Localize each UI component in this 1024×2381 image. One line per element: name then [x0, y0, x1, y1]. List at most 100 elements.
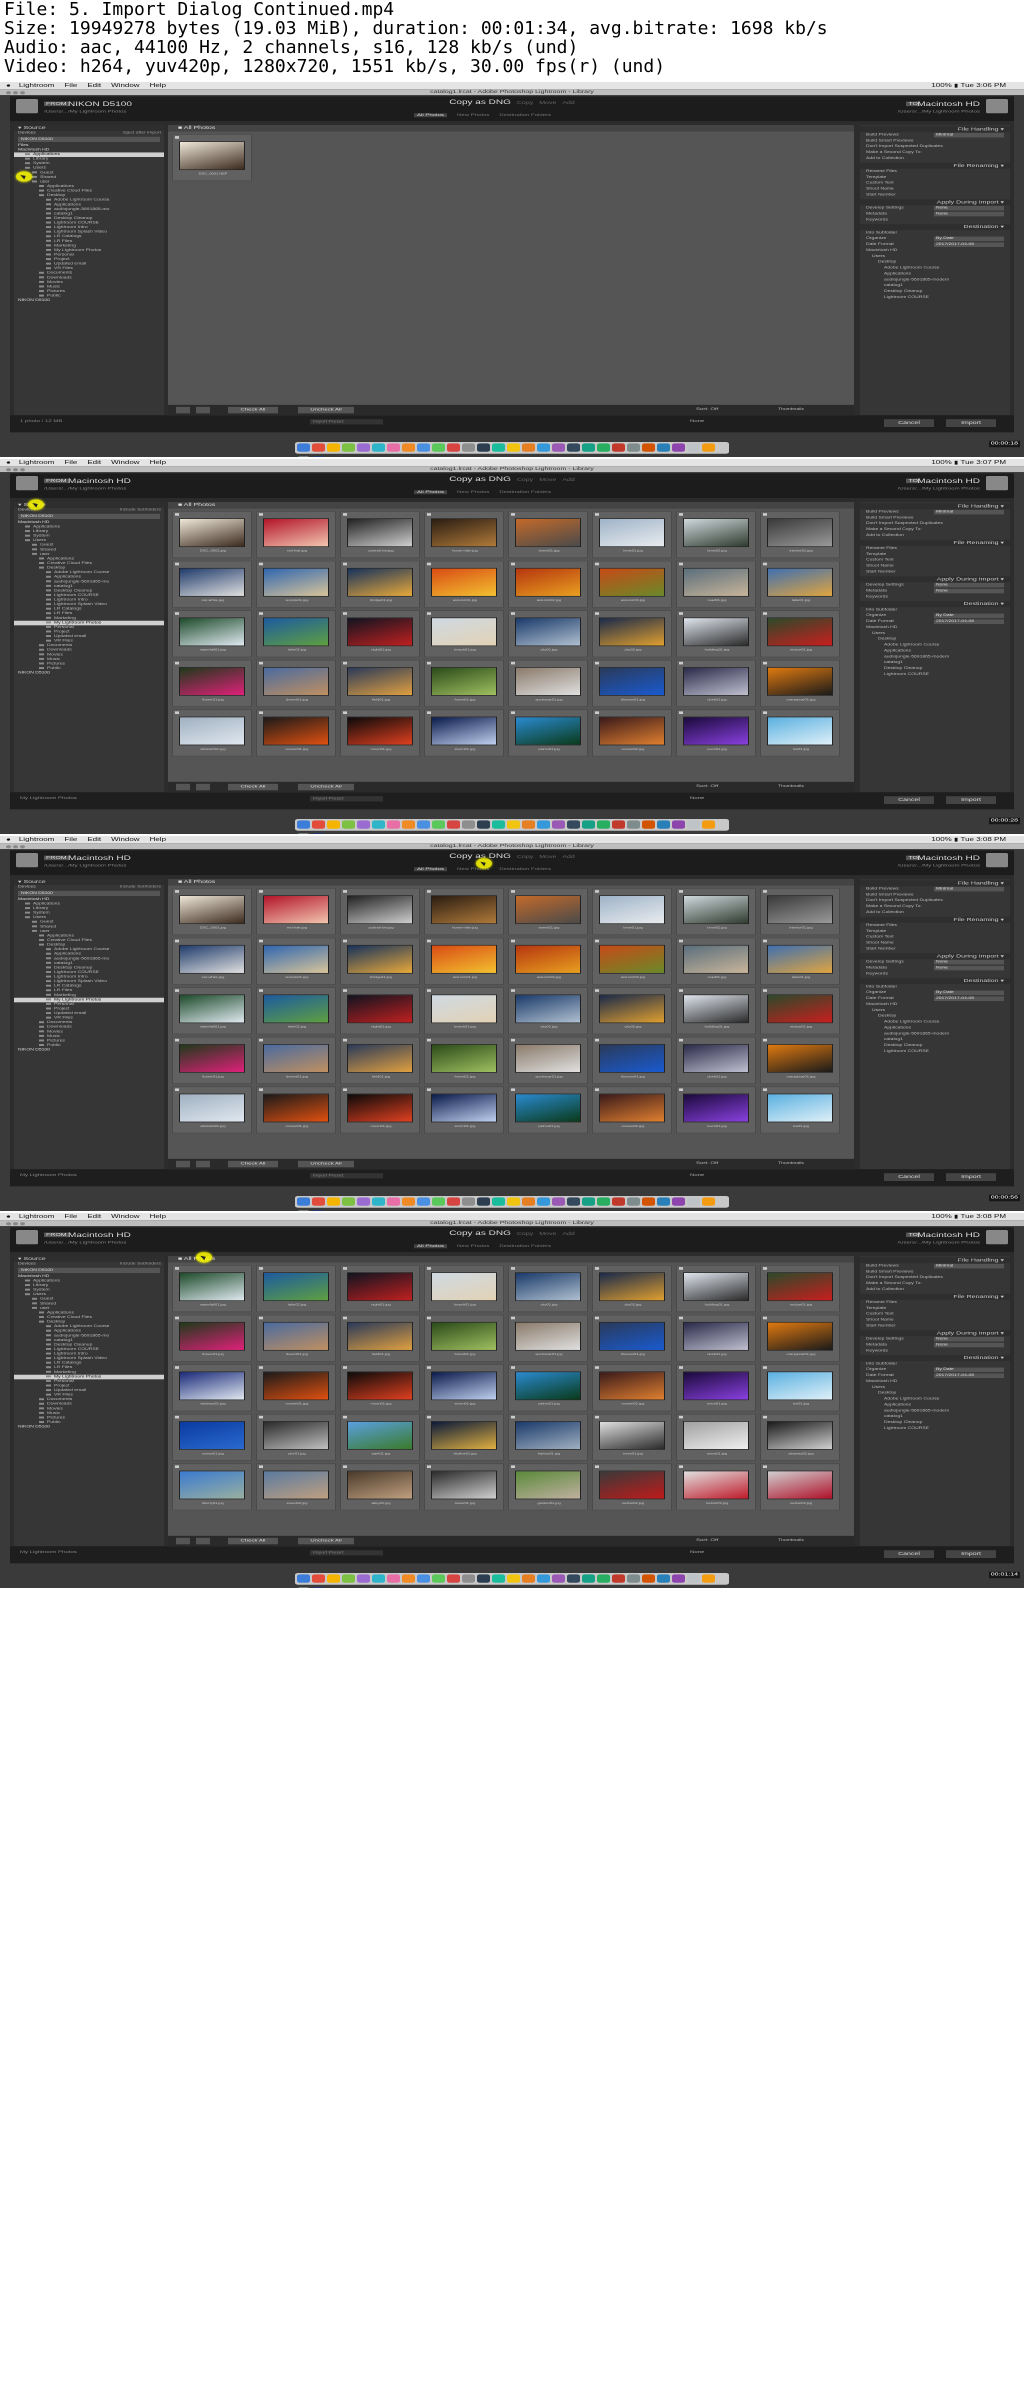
photo-thumbnail[interactable] [767, 667, 833, 696]
apple-icon[interactable]: ● [6, 1214, 11, 1220]
photo-cell[interactable]: trees01.jpg [592, 1413, 672, 1461]
photo-checkbox[interactable] [427, 612, 431, 615]
photo-cell[interactable]: dusk01.jpg [676, 1314, 756, 1362]
eject-after-import-checkbox[interactable]: Include Subfolders [120, 1262, 161, 1267]
photo-thumbnail[interactable] [515, 944, 581, 974]
photo-thumbnail[interactable] [431, 1321, 497, 1351]
dock-app-icon[interactable] [477, 1197, 490, 1206]
source-name[interactable]: Macintosh HD [68, 1232, 131, 1239]
photo-checkbox[interactable] [595, 661, 599, 665]
photo-checkbox[interactable] [427, 661, 431, 665]
photo-cell[interactable]: sunset01.jpg [256, 1086, 336, 1134]
menu-lightroom[interactable]: Lightroom [19, 83, 55, 89]
photo-cell[interactable]: ice01.jpg [760, 1364, 840, 1412]
loupe-view-icon[interactable] [196, 783, 210, 791]
menu-file[interactable]: File [64, 460, 77, 466]
photo-cell[interactable]: street01.jpg [508, 511, 588, 559]
photo-cell[interactable]: city01.jpg [508, 610, 588, 658]
menu-window[interactable]: Window [111, 1214, 139, 1220]
photo-cell[interactable]: lake02.jpg [256, 1265, 336, 1313]
dock-app-icon[interactable] [417, 1197, 430, 1206]
photo-thumbnail[interactable] [599, 1421, 665, 1450]
dock-app-icon[interactable] [447, 1574, 460, 1583]
dock-app-icon[interactable] [297, 1587, 310, 1588]
photo-checkbox[interactable] [175, 612, 179, 615]
destination-name[interactable]: Macintosh HD [917, 1232, 980, 1239]
mode-move[interactable]: Move [539, 101, 556, 106]
photo-thumbnail[interactable] [515, 567, 581, 597]
photo-thumbnail[interactable] [347, 1093, 413, 1123]
destination-name[interactable]: Macintosh HD [917, 855, 980, 862]
photo-checkbox[interactable] [595, 612, 599, 615]
photo-checkbox[interactable] [511, 939, 515, 943]
dock-app-icon[interactable] [552, 1574, 565, 1583]
photo-checkbox[interactable] [175, 1465, 179, 1469]
photo-checkbox[interactable] [679, 661, 683, 665]
photo-thumbnail[interactable] [179, 944, 245, 974]
setting-value[interactable]: 2017/2017-04-08 [934, 996, 1004, 1002]
photo-checkbox[interactable] [427, 1316, 431, 1320]
mode-add[interactable]: Add [562, 1232, 574, 1237]
photo-thumbnail[interactable] [263, 716, 329, 746]
photo-cell[interactable]: dusk01.jpg [676, 659, 756, 707]
dock-app-icon[interactable] [312, 1197, 325, 1206]
photo-thumbnail[interactable] [347, 667, 413, 696]
sort-selector[interactable]: Sort: Off [696, 1161, 718, 1165]
photo-checkbox[interactable] [511, 989, 515, 992]
dock-app-icon[interactable] [687, 443, 700, 452]
dock-app-icon[interactable] [612, 443, 625, 452]
photo-checkbox[interactable] [259, 1465, 263, 1469]
photo-checkbox[interactable] [511, 1465, 515, 1469]
photo-checkbox[interactable] [343, 1267, 347, 1270]
photo-checkbox[interactable] [343, 1038, 347, 1042]
photo-cell[interactable]: harbor01.jpg [508, 1413, 588, 1461]
apple-icon[interactable]: ● [6, 83, 11, 89]
photo-thumbnail[interactable] [431, 1470, 497, 1500]
photo-thumbnail[interactable] [263, 667, 329, 696]
setting-value[interactable]: None [934, 211, 1004, 217]
photo-thumbnail[interactable] [179, 567, 245, 597]
photo-checkbox[interactable] [511, 1267, 515, 1270]
photo-cell[interactable]: field01.jpg [340, 659, 420, 707]
photo-thumbnail[interactable] [683, 617, 749, 647]
photo-checkbox[interactable] [595, 1415, 599, 1419]
dock-app-icon[interactable] [552, 443, 565, 452]
photo-thumbnail[interactable] [431, 944, 497, 974]
source-selector[interactable]: FROM Macintosh HD/Users/.../My Lightroom … [16, 852, 166, 873]
dock-app-icon[interactable] [462, 1197, 475, 1206]
dock-app-icon[interactable] [612, 1197, 625, 1206]
photo-checkbox[interactable] [175, 513, 179, 516]
sort-selector[interactable]: Sort: Off [696, 407, 718, 411]
dock-app-icon[interactable] [432, 820, 445, 829]
apple-icon[interactable]: ● [6, 460, 11, 466]
photo-thumbnail[interactable] [179, 1421, 245, 1450]
dock-app-icon[interactable] [702, 1574, 715, 1583]
dock-app-icon[interactable] [312, 820, 325, 829]
photo-thumbnail[interactable] [683, 994, 749, 1024]
destination-folder-row[interactable]: Lightroom COURSE [860, 1426, 1010, 1432]
photo-cell[interactable]: beach01.jpg [424, 610, 504, 658]
photo-thumbnail[interactable] [599, 518, 665, 548]
photo-thumbnail[interactable] [515, 667, 581, 696]
dock-app-icon[interactable] [357, 820, 370, 829]
photo-checkbox[interactable] [511, 612, 515, 615]
menu-lightroom[interactable]: Lightroom [19, 1214, 55, 1220]
photo-cell[interactable]: portrait-bw.jpg [340, 511, 420, 559]
destination-folder-row[interactable]: Lightroom COURSE [860, 1049, 1010, 1055]
sort-selector[interactable]: Sort: Off [696, 1538, 718, 1542]
photo-thumbnail[interactable] [179, 1044, 245, 1073]
dock-app-icon[interactable] [582, 1574, 595, 1583]
uncheck-all-button[interactable]: Uncheck All [298, 406, 354, 414]
photo-cell[interactable]: neon01.jpg [676, 1364, 756, 1412]
dock-app-icon[interactable] [702, 443, 715, 452]
photo-cell[interactable]: car-white.jpg [172, 937, 252, 985]
photo-thumbnail[interactable] [683, 1470, 749, 1500]
tab-all-photos[interactable]: All Photos [414, 1244, 448, 1249]
photo-checkbox[interactable] [763, 1465, 767, 1469]
photo-checkbox[interactable] [175, 890, 179, 893]
photo-cell[interactable]: redcar02.jpg [592, 1463, 672, 1511]
photo-cell[interactable]: bmw02.jpg [676, 888, 756, 936]
photo-checkbox[interactable] [175, 989, 179, 992]
mode-copy-as-dng[interactable]: Copy as DNG [449, 1230, 511, 1237]
photo-thumbnail[interactable] [683, 667, 749, 696]
